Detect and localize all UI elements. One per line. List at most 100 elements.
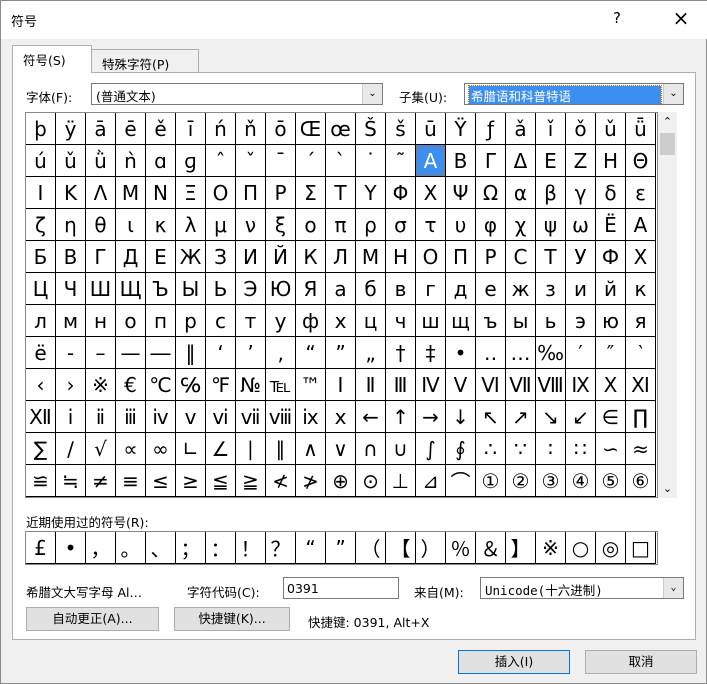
symbol-cell[interactable]: ⅶ <box>236 401 266 433</box>
symbol-cell[interactable]: Κ <box>56 177 86 209</box>
symbol-cell[interactable]: ц <box>356 305 386 337</box>
symbol-cell[interactable]: Λ <box>86 177 116 209</box>
symbol-cell[interactable]: ī <box>176 113 206 145</box>
symbol-cell[interactable]: š <box>386 113 416 145</box>
symbol-cell[interactable]: ˙ <box>356 145 386 177</box>
subset-dropdown[interactable]: 希腊语和科普特语 ⌄ <box>464 83 684 105</box>
symbol-cell[interactable]: Ш <box>86 273 116 305</box>
recent-symbol-cell[interactable]: （ <box>356 532 386 564</box>
symbol-cell[interactable]: ≥ <box>176 465 206 497</box>
symbol-cell[interactable]: ≒ <box>56 465 86 497</box>
symbol-cell[interactable]: ж <box>506 273 536 305</box>
recent-symbol-cell[interactable]: 、 <box>146 532 176 564</box>
chevron-down-icon[interactable]: ⌄ <box>663 84 683 104</box>
symbol-cell[interactable]: Β <box>446 145 476 177</box>
symbol-cell[interactable]: Ь <box>206 273 236 305</box>
symbol-cell[interactable]: Я <box>296 273 326 305</box>
recent-symbol-cell[interactable]: 【 <box>386 532 416 564</box>
symbol-cell[interactable]: Ⅶ <box>506 369 536 401</box>
symbol-cell[interactable]: м <box>56 305 86 337</box>
symbol-cell[interactable]: Δ <box>506 145 536 177</box>
symbol-cell[interactable]: А <box>626 209 656 241</box>
symbol-cell[interactable]: θ <box>86 209 116 241</box>
symbol-cell[interactable]: υ <box>446 209 476 241</box>
symbol-cell[interactable]: ƒ <box>476 113 506 145</box>
symbol-cell[interactable]: φ <box>476 209 506 241</box>
symbol-cell[interactable]: Ⅹ <box>596 369 626 401</box>
symbol-cell[interactable]: η <box>56 209 86 241</box>
symbol-cell[interactable]: ↓ <box>446 401 476 433</box>
symbol-cell[interactable]: ≈ <box>626 433 656 465</box>
symbol-cell[interactable]: ǐ <box>536 113 566 145</box>
symbol-cell[interactable]: ※ <box>86 369 116 401</box>
symbol-cell[interactable]: ′ <box>566 337 596 369</box>
symbol-cell[interactable]: ǹ <box>116 145 146 177</box>
symbol-cell[interactable]: ① <box>476 465 506 497</box>
symbol-cell[interactable]: ú <box>26 145 56 177</box>
symbol-cell[interactable]: ℅ <box>176 369 206 401</box>
recent-symbol-cell[interactable]: ； <box>176 532 206 564</box>
symbol-cell[interactable]: ǔ <box>56 145 86 177</box>
symbol-cell[interactable]: ⅸ <box>296 401 326 433</box>
symbol-cell[interactable]: н <box>86 305 116 337</box>
symbol-cell[interactable]: т <box>236 305 266 337</box>
symbol-cell[interactable]: ω <box>566 209 596 241</box>
insert-button[interactable]: 插入(I) <box>458 650 570 674</box>
symbol-cell[interactable]: Ъ <box>146 273 176 305</box>
symbol-cell[interactable]: О <box>416 241 446 273</box>
recent-symbol-cell[interactable]: ” <box>326 532 356 564</box>
recent-symbol-cell[interactable]: £ <box>26 532 56 564</box>
close-button[interactable]: × <box>669 6 693 30</box>
symbol-cell[interactable]: δ <box>596 177 626 209</box>
symbol-cell[interactable]: ū <box>416 113 446 145</box>
symbol-cell[interactable]: ④ <box>566 465 596 497</box>
symbol-cell[interactable]: ψ <box>536 209 566 241</box>
shortcut-key-button[interactable]: 快捷键(K)... <box>174 607 290 631</box>
symbol-cell[interactable]: З <box>206 241 236 273</box>
symbol-cell[interactable]: μ <box>206 209 236 241</box>
symbol-cell[interactable]: к <box>626 273 656 305</box>
symbol-cell[interactable]: ≯ <box>296 465 326 497</box>
symbol-cell[interactable]: ⅳ <box>146 401 176 433</box>
symbol-cell[interactable]: ∽ <box>596 433 626 465</box>
symbol-cell[interactable]: ǎ <box>506 113 536 145</box>
symbol-cell[interactable]: ⅵ <box>206 401 236 433</box>
symbol-cell[interactable]: Ρ <box>266 177 296 209</box>
symbol-cell[interactable]: ∨ <box>326 433 356 465</box>
recent-symbol-cell[interactable]: • <box>56 532 86 564</box>
symbol-cell[interactable]: Е <box>146 241 176 273</box>
symbol-cell[interactable]: Н <box>386 241 416 273</box>
symbol-cell[interactable]: τ <box>416 209 446 241</box>
symbol-cell[interactable]: ‹ <box>26 369 56 401</box>
recent-symbol-cell[interactable]: ， <box>86 532 116 564</box>
symbol-cell[interactable]: ф <box>296 305 326 337</box>
symbol-cell[interactable]: Ю <box>266 273 296 305</box>
symbol-cell[interactable]: ∣ <box>236 433 266 465</box>
symbol-cell[interactable]: б <box>356 273 386 305</box>
symbol-cell[interactable]: Ц <box>26 273 56 305</box>
symbol-cell[interactable]: ③ <box>536 465 566 497</box>
symbol-cell[interactable]: κ <box>146 209 176 241</box>
symbol-cell[interactable]: — <box>116 337 146 369</box>
symbol-cell[interactable]: ˊ <box>296 145 326 177</box>
recent-symbol-cell[interactable]: ？ <box>266 532 296 564</box>
symbol-cell[interactable]: – <box>86 337 116 369</box>
symbol-cell[interactable]: ∑ <box>26 433 56 465</box>
symbol-cell[interactable]: γ <box>566 177 596 209</box>
symbol-cell[interactable]: ⊕ <box>326 465 356 497</box>
recent-symbol-cell[interactable]: ： <box>206 532 236 564</box>
symbol-cell[interactable]: π <box>326 209 356 241</box>
symbol-cell[interactable]: Μ <box>116 177 146 209</box>
symbol-cell[interactable]: ∧ <box>296 433 326 465</box>
symbol-cell[interactable]: ‵ <box>626 337 656 369</box>
symbol-cell[interactable]: Р <box>476 241 506 273</box>
symbol-cell[interactable]: Ⅲ <box>386 369 416 401</box>
cancel-button[interactable]: 取消 <box>585 650 697 674</box>
symbol-cell[interactable]: ξ <box>266 209 296 241</box>
symbol-cell[interactable]: ǜ <box>86 145 116 177</box>
symbol-cell[interactable]: ≡ <box>116 465 146 497</box>
symbol-cell[interactable]: ń <box>206 113 236 145</box>
symbol-cell[interactable]: Ⅻ <box>26 401 56 433</box>
symbol-cell[interactable]: Ⅱ <box>356 369 386 401</box>
symbol-cell[interactable]: ō <box>266 113 296 145</box>
